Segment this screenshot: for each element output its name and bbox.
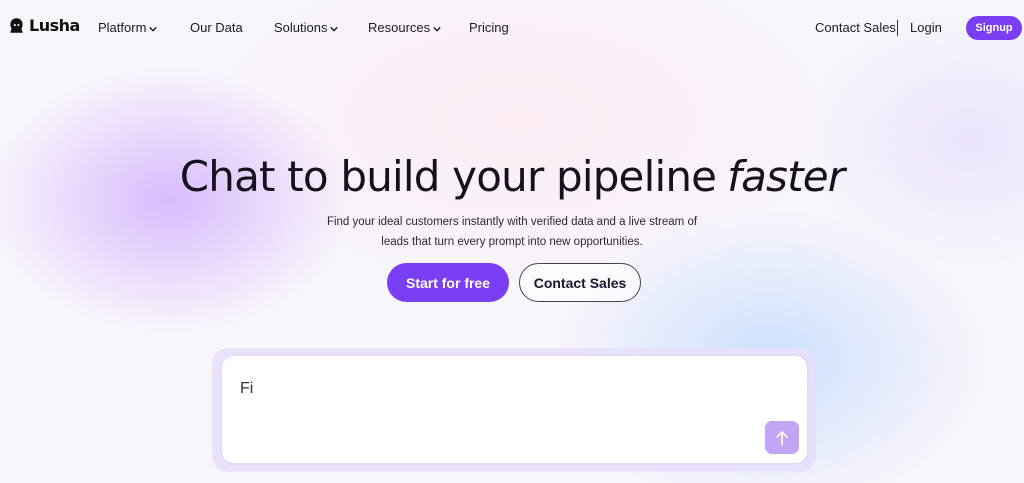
nav-item-label: Resources [368,20,431,35]
nav-item-our-data[interactable]: Our Data [190,20,243,35]
hero-title-main: Chat to build your pipeline [179,152,717,201]
nav-login-link[interactable]: Login [910,20,942,35]
hero-title: Chat to build your pipeline faster [0,152,1024,201]
logo-wordmark: Lusha [29,16,80,35]
nav-contact-sales-link[interactable]: Contact Sales [815,20,896,35]
lusha-logo[interactable]: Lusha [8,16,80,35]
nav-item-pricing[interactable]: Pricing [469,20,509,35]
nav-item-label: Pricing [469,20,509,35]
chevron-down-icon [330,26,339,32]
lusha-logo-icon [10,18,23,33]
contact-sales-button[interactable]: Contact Sales [519,263,641,302]
nav-item-label: Our Data [190,20,243,35]
nav-item-platform[interactable]: Platform [98,20,158,35]
nav-item-resources[interactable]: Resources [368,20,441,35]
chevron-down-icon [433,26,441,32]
nav-item-solutions[interactable]: Solutions [274,20,339,35]
chevron-down-icon [149,26,158,32]
hero-subtitle-line-2: leads that turn every prompt into new op… [381,236,643,248]
nav-divider [897,20,898,36]
start-for-free-button[interactable]: Start for free [387,263,509,302]
hero-title-emphasis: faster [727,152,845,201]
nav-item-label: Solutions [274,20,328,35]
hero-subtitle-line-1: Find your ideal customers instantly with… [326,216,698,228]
chat-prompt-input[interactable] [240,378,740,400]
nav-item-label: Platform [98,20,147,35]
arrow-up-icon [776,430,788,446]
send-button[interactable] [765,421,799,454]
chat-box [222,356,807,463]
top-navigation: Lusha Platform Our Data Solutions Resour… [0,0,1024,56]
signup-button[interactable]: Signup [966,16,1022,40]
